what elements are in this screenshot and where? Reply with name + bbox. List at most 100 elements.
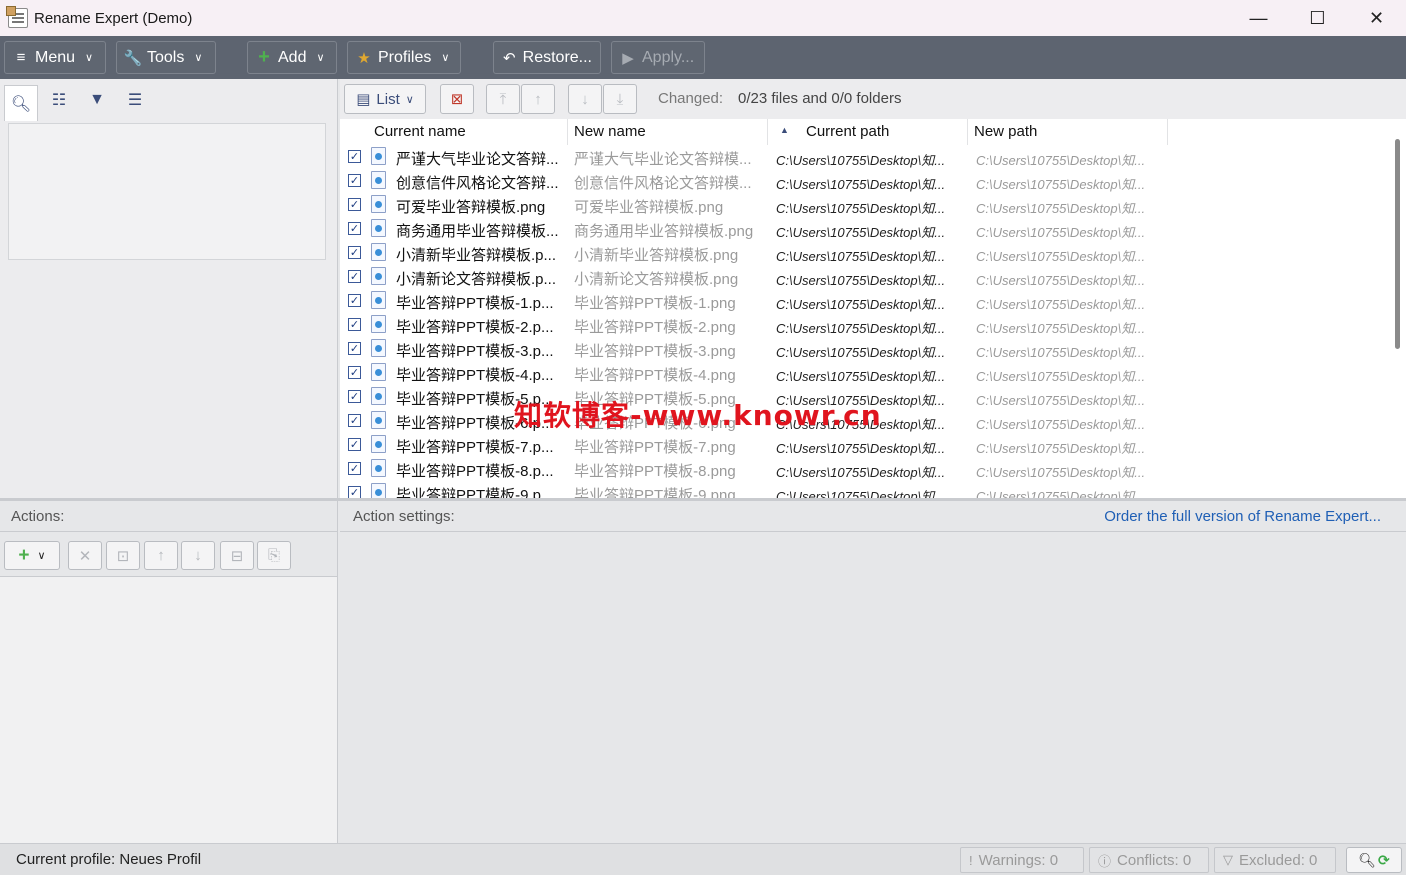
cell-new-path: C:\Users\10755\Desktop\知... [976, 273, 1146, 288]
arrow-down-icon: ↓ [581, 90, 589, 108]
table-row[interactable]: ✓ 毕业答辩PPT模板-4.p... 毕业答辩PPT模板-4.png C:\Users… [340, 361, 1388, 385]
remove-files-button[interactable]: ⊠ [440, 84, 474, 114]
row-checkbox[interactable]: ✓ [348, 414, 361, 427]
vertical-scrollbar[interactable] [1388, 119, 1406, 498]
row-checkbox[interactable]: ✓ [348, 462, 361, 475]
apply-button[interactable]: ▶ Apply... [611, 41, 705, 74]
row-checkbox[interactable]: ✓ [348, 246, 361, 259]
list-view-icon: ▤ [356, 91, 371, 108]
clear-actions-button[interactable]: ⊡ [106, 541, 140, 570]
cell-current-path: C:\Users\10755\Desktop\知... [776, 345, 946, 360]
delete-action-button[interactable]: ✕ [68, 541, 102, 570]
close-button[interactable]: ✕ [1347, 0, 1406, 36]
row-checkbox[interactable]: ✓ [348, 294, 361, 307]
arrow-down-icon: ↓ [194, 547, 202, 564]
main-toolbar: ≡ Menu ∨ 🔧 Tools ∨ + Add ∨ ★ Profiles ∨ … [0, 36, 1406, 79]
table-row[interactable]: ✓ 严谨大气毕业论文答辩... 严谨大气毕业论文答辩模... C:\Users\107… [340, 145, 1388, 169]
row-checkbox[interactable]: ✓ [348, 366, 361, 379]
column-new-name[interactable]: New name [566, 119, 768, 145]
move-down-button[interactable]: ↓ [568, 84, 602, 114]
title-bar: Rename Expert (Demo) — ☐ ✕ [0, 0, 1406, 36]
cell-new-name: 小清新毕业答辩模板.png [574, 247, 739, 264]
view-mode-dropdown[interactable]: ▤ List ∨ [344, 84, 426, 114]
conflicts-button[interactable]: ⓘ Conflicts: 0 [1089, 847, 1209, 873]
tab-search[interactable]: 🔍︎ [4, 85, 38, 121]
cell-current-name: 毕业答辩PPT模板-3.p... [396, 343, 554, 360]
toggle-icon: ⊟ [230, 547, 244, 565]
warning-icon: ! [969, 852, 973, 868]
row-checkbox[interactable]: ✓ [348, 342, 361, 355]
add-button[interactable]: + Add ∨ [247, 41, 337, 74]
add-action-button[interactable]: + ∨ [4, 541, 60, 570]
row-checkbox[interactable]: ✓ [348, 486, 361, 498]
row-checkbox[interactable]: ✓ [348, 174, 361, 187]
action-settings-label: Action settings: [353, 508, 455, 525]
image-file-icon [371, 219, 386, 237]
cell-new-path: C:\Users\10755\Desktop\知... [976, 153, 1146, 168]
table-row[interactable]: ✓ 毕业答辩PPT模板-9.p... 毕业答辩PPT模板-9.png C:\Users… [340, 481, 1388, 498]
wrench-icon: 🔧 [123, 49, 143, 67]
table-row[interactable]: ✓ 商务通用毕业答辩模板... 商务通用毕业答辩模板.png C:\Users\107… [340, 217, 1388, 241]
refresh-button[interactable]: 🔍︎ ⟳ [1346, 847, 1402, 873]
minimize-button[interactable]: — [1229, 0, 1288, 36]
cell-current-path: C:\Users\10755\Desktop\知... [776, 201, 946, 216]
cell-new-name: 创意信件风格论文答辩模... [574, 175, 752, 192]
tools-button[interactable]: 🔧 Tools ∨ [116, 41, 216, 74]
cell-current-path: C:\Users\10755\Desktop\知... [776, 465, 946, 480]
disable-action-button[interactable]: ⊟ [220, 541, 254, 570]
arrow-bottom-icon: ⤓ [616, 90, 624, 108]
excluded-button[interactable]: ▽ Excluded: 0 [1214, 847, 1336, 873]
row-checkbox[interactable]: ✓ [348, 270, 361, 283]
table-row[interactable]: ✓ 小清新论文答辩模板.p... 小清新论文答辩模板.png C:\Users\107… [340, 265, 1388, 289]
cell-new-name: 毕业答辩PPT模板-9.png [574, 487, 736, 498]
chevron-down-icon: ∨ [316, 52, 325, 64]
column-current-name[interactable]: Current name [366, 119, 568, 145]
table-row[interactable]: ✓ 毕业答辩PPT模板-2.p... 毕业答辩PPT模板-2.png C:\Users… [340, 313, 1388, 337]
profiles-button[interactable]: ★ Profiles ∨ [347, 41, 461, 74]
tab-tree[interactable]: ☷ [42, 84, 76, 116]
action-down-button[interactable]: ↓ [181, 541, 215, 570]
move-top-button[interactable]: ⤒ [486, 84, 520, 114]
list-icon: ☰ [127, 92, 143, 109]
row-checkbox[interactable]: ✓ [348, 438, 361, 451]
order-full-version-link[interactable]: Order the full version of Rename Expert.… [1104, 508, 1381, 525]
table-row[interactable]: ✓ 毕业答辩PPT模板-7.p... 毕业答辩PPT模板-7.png C:\Users… [340, 433, 1388, 457]
undo-icon: ↶ [503, 49, 516, 67]
action-up-button[interactable]: ↑ [144, 541, 178, 570]
search-results-box[interactable] [8, 123, 326, 260]
menu-button[interactable]: ≡ Menu ∨ [4, 41, 106, 74]
row-checkbox[interactable]: ✓ [348, 150, 361, 163]
image-file-icon [371, 291, 386, 309]
scrollbar-thumb[interactable] [1395, 139, 1400, 349]
row-checkbox[interactable]: ✓ [348, 198, 361, 211]
image-file-icon [371, 411, 386, 429]
cell-new-name: 毕业答辩PPT模板-3.png [574, 343, 736, 360]
row-checkbox[interactable]: ✓ [348, 318, 361, 331]
row-checkbox[interactable]: ✓ [348, 390, 361, 403]
warnings-button[interactable]: ! Warnings: 0 [960, 847, 1084, 873]
cell-new-path: C:\Users\10755\Desktop\知... [976, 393, 1146, 408]
table-row[interactable]: ✓ 毕业答辩PPT模板-3.p... 毕业答辩PPT模板-3.png C:\Users… [340, 337, 1388, 361]
table-row[interactable]: ✓ 毕业答辩PPT模板-1.p... 毕业答辩PPT模板-1.png C:\Users… [340, 289, 1388, 313]
table-row[interactable]: ✓ 可爱毕业答辩模板.png 可爱毕业答辩模板.png C:\Users\10755\… [340, 193, 1388, 217]
actions-header: Actions: [0, 501, 338, 532]
table-row[interactable]: ✓ 创意信件风格论文答辩... 创意信件风格论文答辩模... C:\Users\107… [340, 169, 1388, 193]
actions-list[interactable] [0, 577, 338, 843]
restore-button[interactable]: ↶ Restore... [493, 41, 601, 74]
move-up-button[interactable]: ↑ [521, 84, 555, 114]
column-new-path[interactable]: New path [966, 119, 1168, 145]
tab-list[interactable]: ☰ [118, 84, 152, 116]
copy-action-button[interactable]: ⎘ [257, 541, 291, 570]
move-bottom-button[interactable]: ⤓ [603, 84, 637, 114]
status-bar: Current profile: Neues Profil ! Warnings… [0, 843, 1406, 875]
table-row[interactable]: ✓ 毕业答辩PPT模板-8.p... 毕业答辩PPT模板-8.png C:\Users… [340, 457, 1388, 481]
row-checkbox[interactable]: ✓ [348, 222, 361, 235]
table-row[interactable]: ✓ 小清新毕业答辩模板.p... 小清新毕业答辩模板.png C:\Users\107… [340, 241, 1388, 265]
star-icon: ★ [357, 49, 371, 67]
cell-current-name: 毕业答辩PPT模板-7.p... [396, 439, 554, 456]
maximize-button[interactable]: ☐ [1288, 0, 1347, 36]
column-current-path[interactable]: Current path [768, 119, 968, 145]
cell-current-path: C:\Users\10755\Desktop\知... [776, 369, 946, 384]
refresh-icon: ⟳ [1378, 851, 1390, 868]
tab-filter[interactable]: ▼ [80, 84, 114, 116]
